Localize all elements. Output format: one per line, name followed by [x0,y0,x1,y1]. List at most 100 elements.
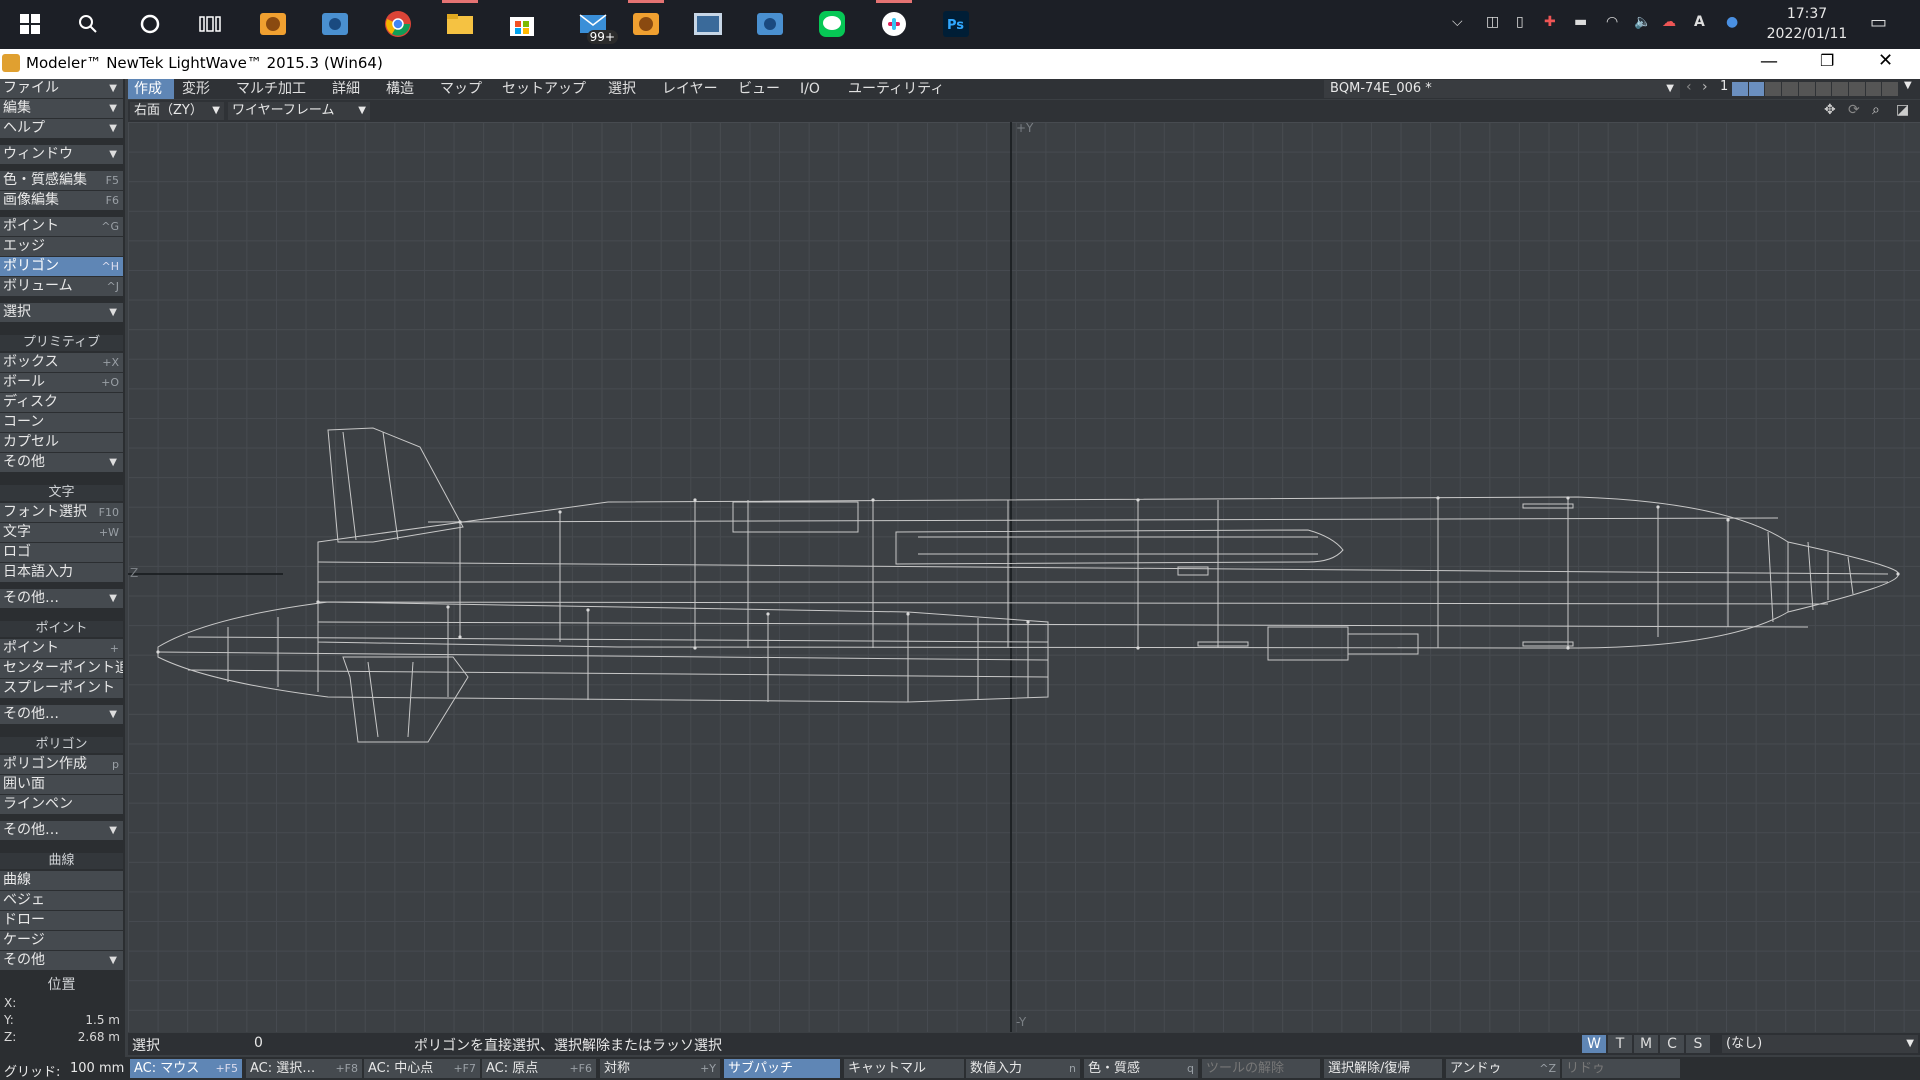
point-other-dropdown[interactable]: その他… ▼ [0,705,123,724]
layer-slot[interactable] [1815,82,1832,96]
undo-button[interactable]: アンドゥ ^Z [1446,1059,1560,1078]
mail-icon[interactable]: 99+ [570,6,618,44]
layer-slot[interactable] [1782,82,1798,96]
photoshop-icon[interactable]: Ps [938,6,974,42]
layer-slot[interactable] [1732,82,1748,96]
layer-buttons[interactable] [1732,82,1899,96]
cloud-sync-icon[interactable]: ☁ [1662,14,1676,30]
text-tool-button[interactable]: 文字 +W [0,523,123,542]
primitive-other-dropdown[interactable]: その他 ▼ [0,453,123,472]
pan-view-icon[interactable]: ✥ [1824,102,1836,118]
volume-mode-button[interactable]: ボリューム ^J [0,277,123,296]
bezier-tool-button[interactable]: ベジェ [0,891,123,910]
edge-mode-button[interactable]: エッジ [0,237,123,256]
battery-icon[interactable]: ▬ [1574,14,1587,30]
zoom-view-icon[interactable]: ⌕ [1872,102,1880,118]
tab-view[interactable]: ビュー [732,79,792,99]
gift-icon[interactable]: ✚ [1544,14,1556,30]
disc-tool-button[interactable]: ディスク [0,393,123,412]
box-tool-button[interactable]: ボックス +X [0,353,123,372]
line-messenger-icon[interactable] [814,6,850,42]
spray-point-button[interactable]: スプレーポイント [0,679,123,698]
tab-modify[interactable]: 変形 [176,79,228,99]
wtmcs-s-button[interactable]: S [1686,1035,1710,1053]
polygon-other-dropdown[interactable]: その他… ▼ [0,821,123,840]
curve-tool-button[interactable]: 曲線 [0,871,123,890]
chrome-icon[interactable] [380,6,416,42]
next-layer-icon[interactable]: › [1702,79,1708,95]
draw-tool-button[interactable]: ドロー [0,911,123,930]
tab-multiply[interactable]: マルチ加工 [230,79,324,99]
taskbar-clock[interactable]: 17:37 2022/01/11 [1762,4,1852,44]
select-dropdown[interactable]: 選択 ▼ [0,303,123,322]
make-polygon-button[interactable]: ポリゴン作成 p [0,755,123,774]
wtmcs-m-button[interactable]: M [1634,1035,1658,1053]
tab-layer[interactable]: レイヤー [656,79,730,99]
tab-detail[interactable]: 詳細 [326,79,378,99]
tab-io[interactable]: I/O [794,79,840,99]
layer-object-select[interactable]: BQM-74E_006 * ▼ [1324,80,1680,98]
capsule-tool-button[interactable]: カプセル [0,433,123,452]
surface-edit-button[interactable]: 色・質感編集 F5 [0,171,123,190]
layer-slot[interactable] [1798,82,1815,96]
search-icon[interactable] [70,6,106,42]
close-button[interactable]: ✕ [1878,50,1893,71]
tab-construct[interactable]: 構造 [380,79,432,99]
symmetry-button[interactable]: 対称 +Y [600,1059,720,1078]
polygon-mode-button[interactable]: ポリゴン ^H [0,257,123,276]
center-point-button[interactable]: センターポイント追加 [0,659,123,678]
app-launcher-icon[interactable] [752,6,788,42]
image-edit-button[interactable]: 画像編集 F6 [0,191,123,210]
logo-tool-button[interactable]: ロゴ [0,543,123,562]
modeling-viewport[interactable]: +Y -Y Z [128,122,1920,1032]
pen-tool-button[interactable]: 囲い面 [0,775,123,794]
point-mode-button[interactable]: ポイント ^G [0,217,123,236]
restore-button[interactable]: ❐ [1820,51,1834,70]
action-center-selection-button[interactable]: AC: 選択… +F8 [246,1059,362,1078]
cage-tool-button[interactable]: ケージ [0,931,123,950]
tab-map[interactable]: マップ [434,79,494,99]
subpatch-button[interactable]: サブパッチ [724,1059,840,1078]
task-view-icon[interactable] [192,6,228,42]
cone-tool-button[interactable]: コーン [0,413,123,432]
wtmcs-t-button[interactable]: T [1608,1035,1632,1053]
chevron-up-icon[interactable]: ⌵ [1452,14,1463,30]
action-center-mouse-button[interactable]: AC: マウス +F5 [130,1059,242,1078]
view-mode-select[interactable]: 右面（ZY） ▼ [130,102,224,120]
window-menu[interactable]: ウィンドウ ▼ [0,145,123,164]
point-tool-button[interactable]: ポイント + [0,639,123,658]
ball-tool-button[interactable]: ボール +O [0,373,123,392]
lightwave-modeler-icon[interactable] [628,0,664,42]
maximize-view-icon[interactable]: ◪ [1896,102,1909,118]
edge-icon[interactable]: ● [1726,14,1738,30]
numeric-input-button[interactable]: 数値入力 n [966,1059,1080,1078]
wtmcs-c-button[interactable]: C [1660,1035,1684,1053]
japanese-input-button[interactable]: 日本語入力 [0,563,123,582]
microsoft-store-icon[interactable] [504,6,540,42]
action-center-origin-button[interactable]: AC: 原点 +F6 [482,1059,596,1078]
layer-slot[interactable] [1882,82,1899,96]
layer-slot[interactable] [1865,82,1882,96]
tab-utility[interactable]: ユーティリティ [842,79,962,99]
help-menu[interactable]: ヘルプ ▼ [0,119,123,138]
slack-icon[interactable] [876,0,912,42]
text-other-dropdown[interactable]: その他… ▼ [0,589,123,608]
vmap-select[interactable]: (なし) ▼ [1722,1035,1918,1053]
wifi-icon[interactable]: ◠ [1606,14,1618,30]
layer-slot[interactable] [1848,82,1865,96]
usb-icon[interactable]: ▯ [1516,14,1524,30]
tab-setup[interactable]: セットアップ [496,79,600,99]
tab-select[interactable]: 選択 [602,79,654,99]
photo-viewer-icon[interactable] [690,6,726,42]
camera-icon[interactable]: ◫ [1486,14,1499,30]
action-center-center-button[interactable]: AC: 中心点 +F7 [364,1059,480,1078]
font-select-button[interactable]: フォント選択 F10 [0,503,123,522]
layer-menu-chevron-icon[interactable]: ▼ [1904,80,1912,91]
catmull-clark-button[interactable]: キャットマル [844,1059,964,1078]
lightwave-layout-icon[interactable] [255,6,291,42]
file-explorer-icon[interactable] [442,0,478,42]
ime-indicator[interactable]: A [1694,14,1705,30]
cortana-icon[interactable] [132,6,168,42]
wtmcs-w-button[interactable]: W [1582,1035,1606,1053]
surface-button[interactable]: 色・質感 q [1084,1059,1198,1078]
